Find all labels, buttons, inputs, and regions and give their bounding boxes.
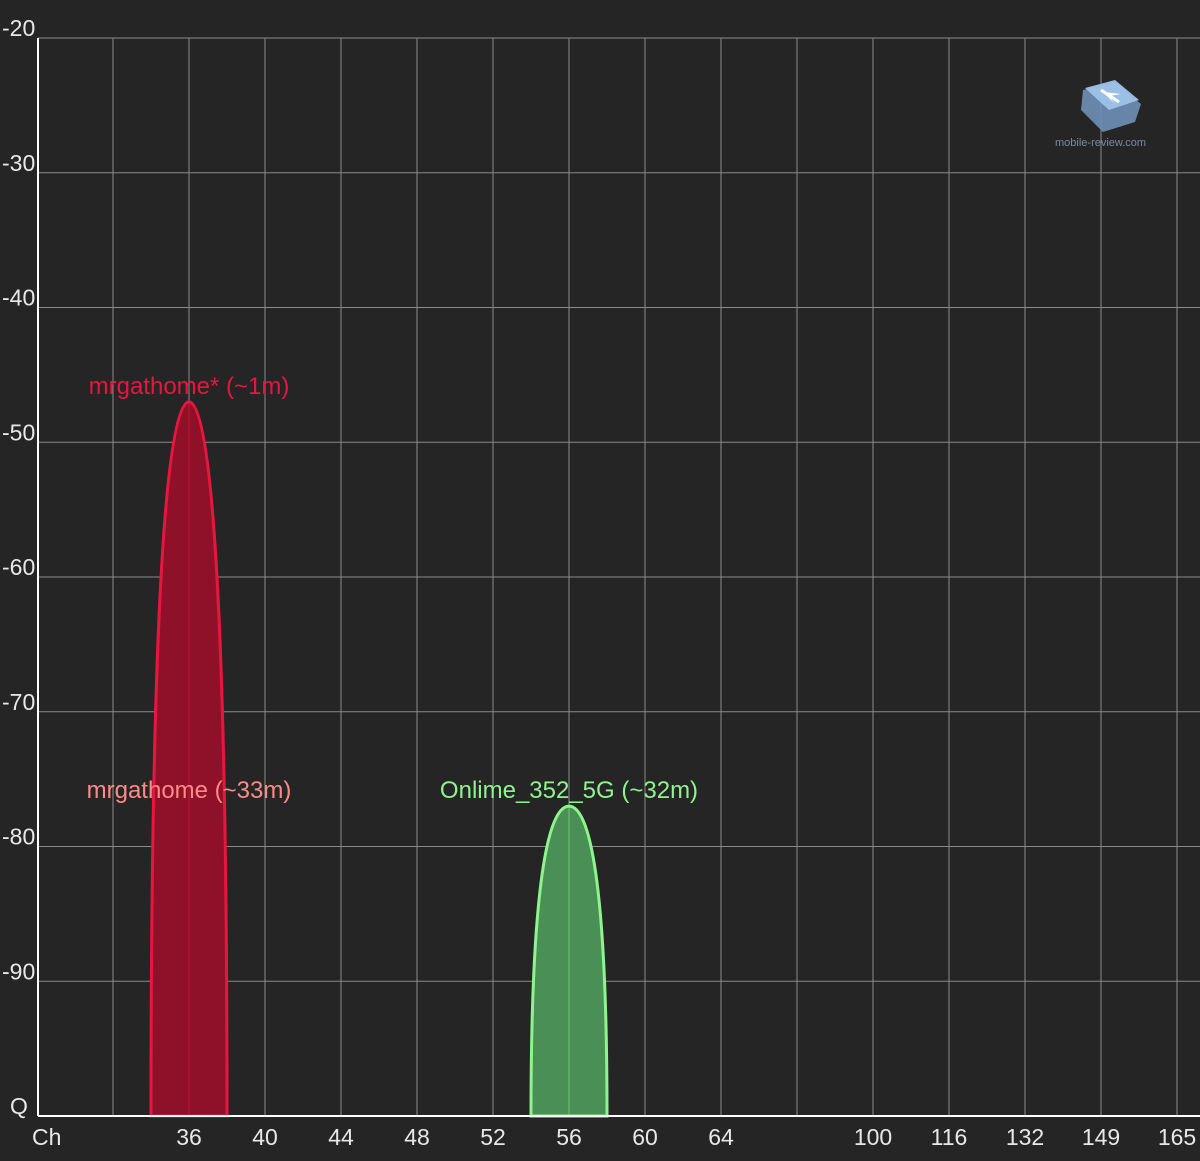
y-tick-label: -70 xyxy=(2,689,35,715)
x-tick-label: 64 xyxy=(708,1124,734,1150)
signal-areas xyxy=(149,400,609,1118)
y-tick-label: -60 xyxy=(2,554,35,580)
y-tick-label: -80 xyxy=(2,824,35,850)
x-tick-label: 149 xyxy=(1082,1124,1120,1150)
y-tick-label: -40 xyxy=(2,285,35,311)
y-tick-label: -90 xyxy=(2,958,35,984)
y-tick-label: -30 xyxy=(2,150,35,176)
y-baseline-label: Q xyxy=(10,1093,28,1119)
chart-svg: -20 -30 -40 -50 -60 -70 -80 -90 QCh 36 40 44 48 52 56 6… xyxy=(2,15,1200,1150)
series-label: Onlime_352_5G (~32m) xyxy=(440,777,698,804)
x-tick-label: 48 xyxy=(404,1124,430,1150)
mobile-review-logo-icon xyxy=(1081,80,1141,132)
x-tick-label: 100 xyxy=(854,1124,892,1150)
watermark: mobile-review.com xyxy=(1055,80,1146,149)
watermark-text: mobile-review.com xyxy=(1055,137,1146,149)
x-tick-label: 56 xyxy=(556,1124,582,1150)
y-tick-label: -20 xyxy=(2,15,35,41)
x-tick-label: 132 xyxy=(1006,1124,1044,1150)
x-tick-label: 116 xyxy=(931,1124,968,1150)
x-axis-label: Ch xyxy=(32,1124,61,1150)
series-label: mrgathome* (~1m) xyxy=(89,373,290,400)
x-tick-label: 165 xyxy=(1158,1124,1196,1150)
x-tick-label: 44 xyxy=(328,1124,354,1150)
x-tick-label: 52 xyxy=(480,1124,506,1150)
x-tick-label: 40 xyxy=(252,1124,278,1150)
x-tick-label: 60 xyxy=(632,1124,658,1150)
wifi-channel-chart: -20 -30 -40 -50 -60 -70 -80 -90 Q Ch 36 40 44 48 52 56 6… xyxy=(0,0,1200,1156)
y-tick-label: -50 xyxy=(2,419,35,445)
series-label: mrgathome (~33m) xyxy=(87,777,292,804)
x-tick-label: 36 xyxy=(176,1124,202,1150)
